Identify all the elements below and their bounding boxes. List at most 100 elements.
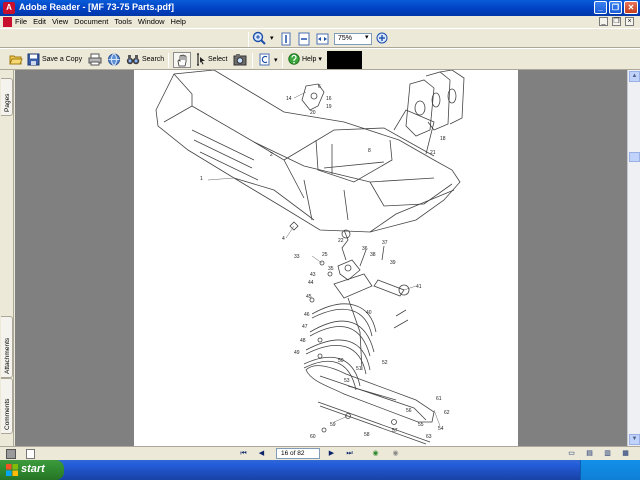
system-tray (580, 460, 640, 480)
next-page-button[interactable]: ▶ (326, 449, 337, 459)
page-number-field[interactable]: 16 of 82 (276, 448, 320, 459)
tab-pages-label: Pages (4, 93, 11, 112)
zoom-dropdown-button[interactable]: ▾ (365, 33, 369, 41)
select-label: Select (208, 56, 228, 63)
save-copy-button[interactable]: Save a Copy (27, 53, 82, 66)
continuous-facing-layout-button[interactable]: ▦ (620, 449, 631, 459)
callout-label: 4 (282, 236, 285, 242)
doc-restore-button[interactable]: ❐ (612, 17, 621, 26)
tab-comments-label: Comments (4, 398, 11, 430)
tab-pages[interactable]: Pages (1, 78, 13, 116)
callout-label: 37 (382, 240, 388, 246)
continuous-layout-button[interactable]: ▤ (584, 449, 595, 459)
callout-label: 8 (368, 148, 371, 154)
globe-email-icon (108, 53, 120, 66)
scroll-thumb[interactable] (629, 152, 640, 162)
single-page-layout-button[interactable]: ▭ (566, 449, 577, 459)
callout-label: 41 (416, 284, 422, 290)
start-button[interactable]: start (0, 460, 64, 480)
status-bar: ⏮ ◀ 16 of 82 ▶ ⏭ ◉ ◉ ▭ ▤ ▥ ▦ (0, 446, 640, 460)
fit-width-button[interactable] (316, 32, 329, 46)
search-label: Search (142, 56, 165, 63)
callout-label: 21 (430, 150, 436, 156)
callout-label: 45 (306, 294, 312, 300)
window-title: Adobe Reader - [MF 73-75 Parts.pdf] (19, 2, 175, 12)
windows-logo-icon (6, 464, 18, 476)
start-label: start (21, 463, 45, 475)
menu-help[interactable]: Help (171, 17, 186, 26)
text-cursor-icon (197, 53, 205, 66)
menu-view[interactable]: View (52, 17, 68, 26)
help-button[interactable]: Help ▾ (288, 53, 322, 65)
toolbar-black-box (327, 51, 362, 69)
select-tool-button[interactable]: Select (194, 53, 227, 66)
adobe-reader-icon: A (3, 2, 15, 14)
callout-label: 22 (338, 238, 344, 244)
callout-label: 39 (390, 260, 396, 266)
restore-button[interactable]: ❐ (609, 1, 622, 14)
exploded-parts-diagram: 1 2 14 6 16 19 20 8 18 21 4 22 25 33 35 … (155, 69, 465, 445)
document-viewport[interactable]: 1 2 14 6 16 19 20 8 18 21 4 22 25 33 35 … (15, 69, 627, 446)
fit-page-icon (298, 32, 310, 46)
close-button[interactable]: ✕ (624, 1, 638, 14)
zoom-in-button[interactable] (376, 32, 388, 44)
hand-icon (177, 54, 187, 66)
previous-page-button[interactable]: ◀ (256, 449, 267, 459)
navigation-panel: Pages Attachments Comments (0, 70, 14, 446)
chevron-down-icon: ▾ (365, 34, 369, 41)
page-icon (26, 449, 35, 459)
callout-label: 61 (436, 396, 442, 402)
actual-size-button[interactable] (280, 32, 292, 46)
scroll-up-button[interactable]: ▲ (629, 71, 640, 82)
title-bar: A Adobe Reader - [MF 73-75 Parts.pdf] _ … (0, 0, 640, 16)
fit-page-button[interactable] (298, 32, 310, 46)
chevron-down-icon: ▾ (318, 56, 322, 63)
menu-edit[interactable]: Edit (33, 17, 46, 26)
first-page-button[interactable]: ⏮ (238, 449, 249, 459)
minimize-button[interactable]: _ (594, 1, 607, 14)
hand-tool-button[interactable] (173, 52, 191, 68)
rotate-view-button[interactable]: ▾ (258, 53, 278, 66)
search-button[interactable]: Search (126, 53, 164, 66)
fit-width-icon (316, 33, 329, 45)
callout-label: 54 (438, 426, 444, 432)
callout-label: 44 (308, 280, 314, 286)
callout-label: 59 (330, 422, 336, 428)
menu-tools[interactable]: Tools (114, 17, 132, 26)
facing-layout-button[interactable]: ▥ (602, 449, 613, 459)
callout-label: 58 (364, 432, 370, 438)
doc-minimize-button[interactable]: _ (599, 17, 608, 26)
actual-size-icon (281, 32, 291, 46)
doc-close-button[interactable]: × (625, 17, 634, 26)
print-button[interactable] (88, 53, 102, 66)
email-button[interactable] (107, 53, 121, 66)
callout-label: 62 (444, 410, 450, 416)
previous-view-button[interactable]: ◉ (370, 449, 381, 459)
taskbar: start (0, 460, 640, 480)
snapshot-tool-button[interactable] (233, 53, 247, 66)
document-icon[interactable] (3, 17, 12, 27)
next-view-button[interactable]: ◉ (390, 449, 401, 459)
callout-label: 57 (392, 428, 398, 434)
zoom-toolbar: ▾ 75% ▾ (0, 28, 640, 48)
callout-label: 47 (302, 324, 308, 330)
callout-label: 56 (406, 408, 412, 414)
vertical-scrollbar[interactable]: ▲ ▼ (627, 70, 640, 446)
menu-window[interactable]: Window (138, 17, 165, 26)
tab-comments[interactable]: Comments (1, 378, 13, 434)
main-toolbar: Save a Copy Search Select ▾ Help ▾ (0, 48, 640, 70)
menu-document[interactable]: Document (74, 17, 108, 26)
callout-label: 53 (344, 378, 350, 384)
tab-attachments[interactable]: Attachments (1, 316, 13, 378)
zoom-in-tool-button[interactable]: ▾ (252, 31, 274, 45)
callout-label: 2 (270, 152, 273, 158)
scroll-down-button[interactable]: ▼ (629, 434, 640, 445)
help-icon (288, 53, 300, 65)
last-page-button[interactable]: ⏭ (344, 449, 355, 459)
part-callouts: 1 2 14 6 16 19 20 8 18 21 4 22 25 33 35 … (200, 84, 450, 440)
open-button[interactable] (9, 53, 23, 66)
callout-label: 63 (426, 434, 432, 440)
pdf-page: 1 2 14 6 16 19 20 8 18 21 4 22 25 33 35 … (134, 69, 518, 446)
callout-label: 19 (326, 104, 332, 110)
menu-file[interactable]: File (15, 17, 27, 26)
